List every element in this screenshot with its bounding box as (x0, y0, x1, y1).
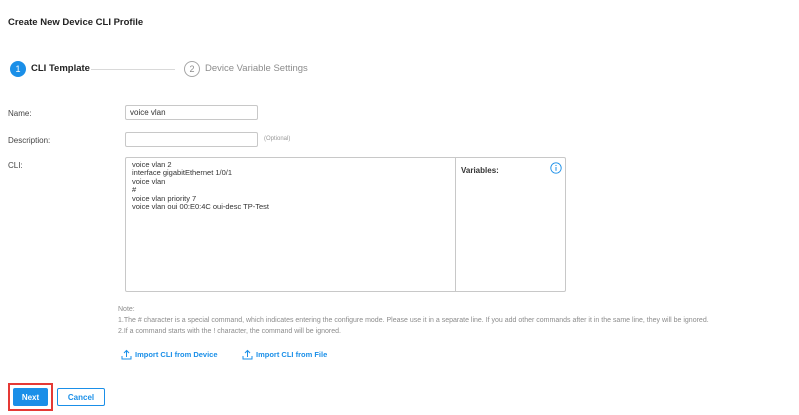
note-line-1: 1.The # character is a special command, … (118, 317, 709, 324)
variables-divider (455, 158, 456, 291)
cancel-button[interactable]: Cancel (57, 388, 105, 406)
import-from-device-label: Import CLI from Device (135, 350, 218, 359)
cli-line: interface gigabitEthernet 1/0/1 (132, 168, 233, 178)
cli-line: voice vlan oui 00:E0:4C oui-desc TP-Test (132, 202, 270, 212)
note-heading: Note: (118, 306, 135, 313)
info-icon[interactable] (550, 162, 562, 174)
import-from-file-link[interactable]: Import CLI from File (242, 349, 327, 360)
step-1-label: CLI Template (31, 63, 90, 74)
note-line-2: 2.If a command starts with the ! charact… (118, 328, 341, 335)
description-label: Description: (8, 136, 51, 145)
name-input[interactable]: voice vlan (125, 105, 258, 120)
page-title: Create New Device CLI Profile (8, 17, 144, 28)
variables-label: Variables: (461, 166, 499, 175)
step-connector (91, 69, 175, 70)
step-2-indicator: 2 (184, 61, 200, 77)
description-input[interactable] (125, 132, 258, 147)
next-button[interactable]: Next (13, 388, 48, 406)
import-from-file-label: Import CLI from File (256, 350, 328, 359)
step-2-label: Device Variable Settings (205, 63, 308, 74)
cli-label: CLI: (8, 161, 23, 170)
optional-hint: (Optional) (264, 136, 291, 142)
name-label: Name: (8, 109, 32, 118)
cli-textarea[interactable]: voice vlan 2 interface gigabitEthernet 1… (132, 160, 450, 212)
upload-icon (121, 349, 132, 360)
import-from-device-link[interactable]: Import CLI from Device (121, 349, 218, 360)
step-1-indicator: 1 (10, 61, 26, 77)
upload-icon (242, 349, 253, 360)
cli-line: voice vlan (132, 176, 166, 186)
